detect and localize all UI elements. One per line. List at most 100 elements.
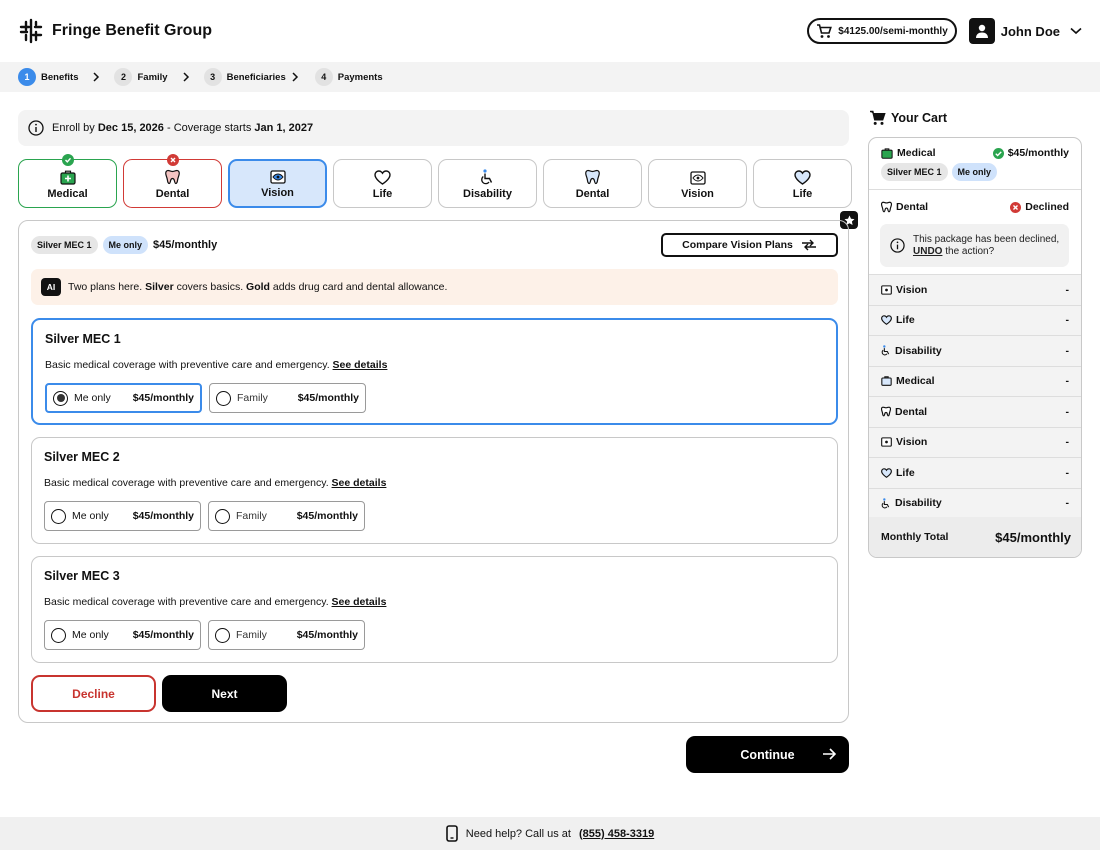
cart-item-medical-2[interactable]: Medical - <box>869 366 1081 397</box>
step-beneficiaries[interactable]: 3 Beneficiaries <box>203 68 299 86</box>
option-family[interactable]: Family $45/monthly <box>208 501 365 531</box>
see-details-link[interactable]: See details <box>333 359 388 371</box>
cart-summary-total: $4125.00/semi-monthly <box>838 25 948 37</box>
accessibility-icon <box>881 345 890 356</box>
option-me-only[interactable]: Me only $45/monthly <box>44 620 201 650</box>
cart-item-status: Declined <box>1025 201 1069 213</box>
tab-label: Life <box>792 188 813 200</box>
cart-item-disability[interactable]: Disability - <box>869 336 1081 367</box>
cart-item-life[interactable]: Life - <box>869 305 1081 336</box>
declined-text: the action? <box>945 245 995 257</box>
see-details-link[interactable]: See details <box>332 477 387 489</box>
tab-disability[interactable]: Disability <box>438 159 537 208</box>
cart-summary-button[interactable]: $4125.00/semi-monthly <box>807 18 957 44</box>
tab-life-2[interactable]: Life <box>753 159 852 208</box>
option-price: $45/monthly <box>132 392 194 404</box>
cart-heading: Your Cart <box>869 110 947 126</box>
cart-item-label: Disability <box>895 344 942 357</box>
option-price: $45/monthly <box>297 392 359 404</box>
option-me-only[interactable]: Me only $45/monthly <box>45 383 202 413</box>
plan-card-silver-mec-3[interactable]: Silver MEC 3 Basic medical coverage with… <box>31 556 838 663</box>
user-menu[interactable]: John Doe <box>968 18 1082 44</box>
step-payments[interactable]: 4 Payments <box>314 68 383 86</box>
arrow-right-icon <box>823 748 837 760</box>
brand-logo[interactable]: Fringe Benefit Group <box>18 18 212 44</box>
option-label: Family <box>236 510 267 522</box>
help-text: Need help? Call us at <box>465 827 571 840</box>
option-label: Family <box>236 629 267 641</box>
tab-label: Dental <box>575 188 610 200</box>
tab-medical[interactable]: Medical <box>18 154 117 208</box>
radio-button[interactable] <box>51 508 66 524</box>
check-circle-icon <box>992 147 1004 159</box>
tab-vision[interactable]: Vision <box>228 159 327 208</box>
chevron-right-icon <box>292 72 298 82</box>
selected-tier-chip: Me only <box>102 236 149 254</box>
tab-life[interactable]: Life <box>333 159 432 208</box>
option-family[interactable]: Family $45/monthly <box>208 620 365 650</box>
compare-plans-button[interactable]: Compare Vision Plans <box>661 233 838 257</box>
tooth-icon <box>881 406 891 417</box>
radio-button[interactable] <box>216 390 231 406</box>
step-number: 1 <box>18 68 36 86</box>
continue-button[interactable]: Continue <box>686 736 849 773</box>
decline-button[interactable]: Decline <box>31 675 156 712</box>
option-family[interactable]: Family $45/monthly <box>209 383 366 413</box>
tab-vision-2[interactable]: Vision <box>648 159 747 208</box>
option-me-only[interactable]: Me only $45/monthly <box>44 501 201 531</box>
cart-panel: Medical $45/monthly Silver MEC 1 Me only… <box>868 137 1082 558</box>
heart-icon <box>374 170 391 185</box>
step-family[interactable]: 2 Family <box>114 68 168 86</box>
tab-dental-2[interactable]: Dental <box>543 159 642 208</box>
cart-item-value: - <box>1065 436 1070 449</box>
help-phone-link[interactable]: (855) 458-3319 <box>579 828 654 840</box>
enrollment-notice: Enroll by Dec 15, 2026 - Coverage starts… <box>18 110 849 146</box>
radio-button[interactable] <box>53 390 68 406</box>
cart-item-medical[interactable]: Medical $45/monthly Silver MEC 1 Me only <box>869 138 1081 190</box>
next-button[interactable]: Next <box>162 675 287 712</box>
benefit-tabs: Medical Dental Vision Life Disability De… <box>18 154 852 208</box>
plan-card-silver-mec-2[interactable]: Silver MEC 2 Basic medical coverage with… <box>31 437 838 544</box>
cart-item-dental-2[interactable]: Dental - <box>869 397 1081 428</box>
radio-button[interactable] <box>51 627 66 643</box>
undo-link[interactable]: UNDO <box>913 246 942 257</box>
tab-label: Medical <box>47 188 88 200</box>
plan-title: Silver MEC 3 <box>44 569 120 583</box>
eye-icon <box>881 285 892 295</box>
selected-plan-price: $45/monthly <box>153 239 218 251</box>
step-number: 4 <box>314 68 333 86</box>
cart-item-value: - <box>1065 497 1070 510</box>
step-benefits[interactable]: 1 Benefits <box>18 68 78 86</box>
cart-item-label: Dental <box>896 201 929 213</box>
tab-label: Vision <box>261 187 294 199</box>
tab-dental[interactable]: Dental <box>123 154 222 208</box>
cart-plan-chip: Silver MEC 1 <box>881 163 948 181</box>
step-label: Benefits <box>41 71 79 83</box>
cart-item-label: Medical <box>897 147 936 159</box>
option-label: Me only <box>74 392 111 404</box>
cart-monthly-total: Monthly Total $45/monthly <box>869 517 1081 557</box>
check-circle-icon <box>61 154 74 166</box>
ai-text: Two plans here. <box>68 281 143 293</box>
cart-item-vision[interactable]: Vision - <box>869 275 1081 306</box>
ai-text: adds drug card and dental allowance. <box>272 281 448 293</box>
ai-badge: AI <box>41 278 61 296</box>
cart-item-life-2[interactable]: Life - <box>869 458 1081 489</box>
plan-card-silver-mec-1[interactable]: Silver MEC 1 Basic medical coverage with… <box>31 318 838 425</box>
cart-icon <box>817 23 833 38</box>
total-label: Monthly Total <box>881 531 949 543</box>
see-details-link[interactable]: See details <box>332 596 387 608</box>
eye-icon <box>269 170 286 184</box>
radio-button[interactable] <box>215 508 230 524</box>
cart-item-dental[interactable]: Dental Declined This package has been de… <box>869 190 1081 275</box>
cart-item-label: Life <box>896 314 915 327</box>
phone-icon <box>445 825 458 842</box>
declined-text: This package has been declined, <box>913 233 1060 245</box>
cart-item-vision-2[interactable]: Vision - <box>869 427 1081 458</box>
cart-item-value: - <box>1065 375 1070 388</box>
radio-button[interactable] <box>215 627 230 643</box>
plan-description-text: Basic medical coverage with preventive c… <box>45 359 330 371</box>
cart-title: Your Cart <box>891 111 948 125</box>
cart-item-disability-2[interactable]: Disability - <box>869 488 1081 519</box>
cart-item-amount: $45/monthly <box>1007 147 1069 159</box>
